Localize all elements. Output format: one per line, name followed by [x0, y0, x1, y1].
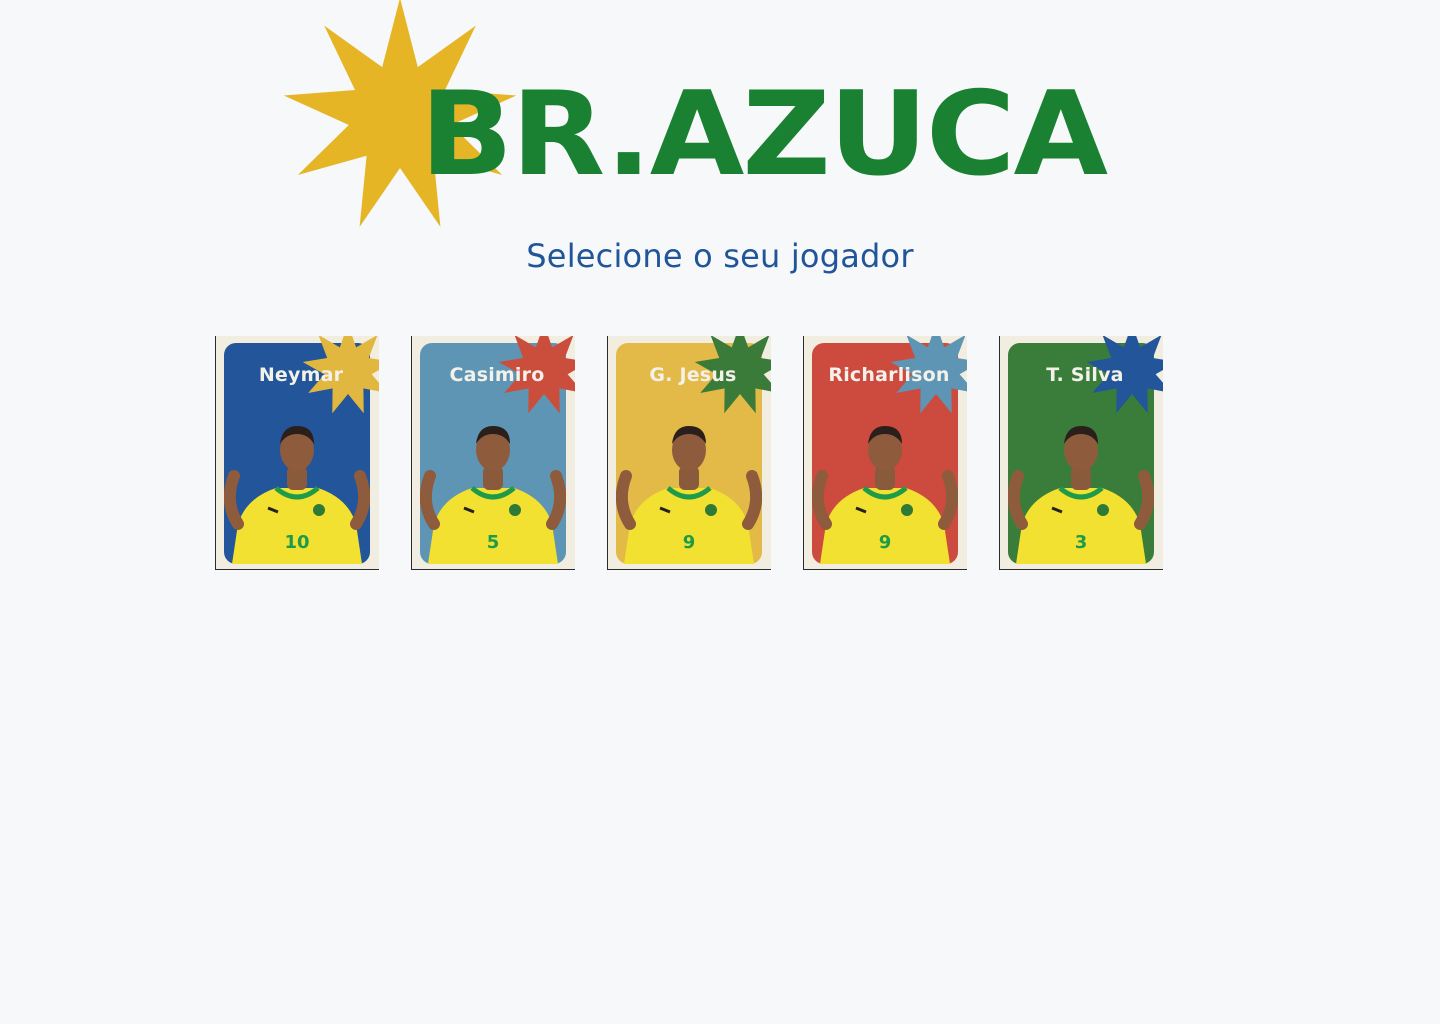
player-name: T. Silva — [1046, 364, 1124, 386]
player-photo-icon: 3 — [1008, 426, 1154, 564]
player-card[interactable]: 9 G. Jesus — [607, 336, 771, 570]
player-card[interactable]: 5 Casimiro — [411, 336, 575, 570]
player-name: G. Jesus — [649, 364, 737, 386]
page-subtitle: Selecione o seu jogador — [526, 237, 914, 275]
jersey-number: 3 — [1075, 532, 1088, 553]
brand-name: BR.AZUCA — [420, 86, 1108, 178]
jersey-number: 9 — [683, 532, 696, 553]
jersey-number: 10 — [284, 532, 309, 553]
player-photo-icon: 9 — [616, 426, 762, 564]
player-name: Neymar — [258, 364, 344, 386]
jersey-number: 9 — [879, 532, 892, 553]
player-photo-icon: 10 — [224, 426, 370, 564]
player-name: Casimiro — [449, 364, 545, 386]
brand-logo: BR.AZUCA — [270, 0, 1130, 240]
player-card[interactable]: 10 Neymar — [215, 336, 379, 570]
player-card-list: 10 Neymar 5 Casimiro 9 G. Jesus 9 Richarlison 3 T… — [215, 336, 1175, 576]
player-card[interactable]: 3 T. Silva — [999, 336, 1163, 570]
jersey-number: 5 — [487, 532, 500, 553]
player-card[interactable]: 9 Richarlison — [803, 336, 967, 570]
brand-wordmark: BR.AZUCA — [420, 86, 1108, 178]
player-photo-icon: 5 — [420, 426, 566, 564]
player-photo-icon: 9 — [812, 426, 958, 564]
player-name: Richarlison — [828, 364, 950, 386]
